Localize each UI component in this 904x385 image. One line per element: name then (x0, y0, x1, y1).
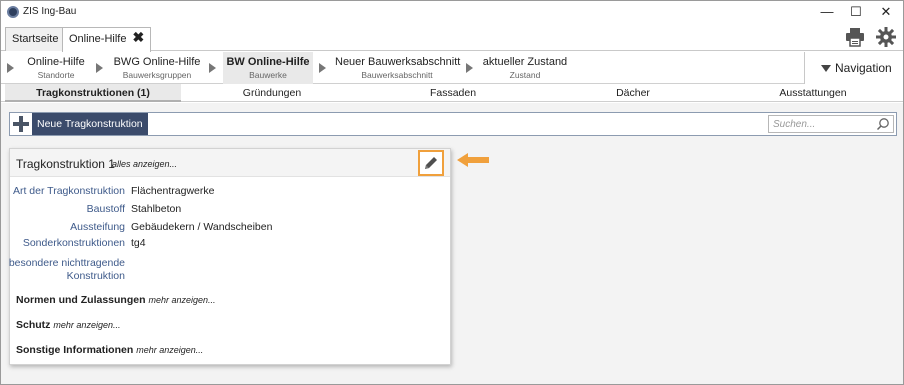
add-tragkonstruktion-button[interactable]: Neue Tragkonstruktion (10, 113, 148, 135)
tragkonstruktion-card: Tragkonstruktion 1 alles anzeigen... Art… (9, 148, 451, 365)
property-value: tg4 (131, 237, 146, 249)
card-title: Tragkonstruktion 1 (16, 157, 115, 171)
property-value: Gebäudekern / Wandscheiben (131, 221, 273, 233)
breadcrumb-sub: Zustand (509, 70, 541, 80)
tab-ausstattungen[interactable]: Ausstattungen (723, 84, 903, 102)
content-area: Neue Tragkonstruktion Tragkonstruktion 1… (1, 103, 903, 384)
close-button[interactable]: ✕ (872, 3, 900, 21)
edit-button[interactable] (418, 150, 444, 176)
tab-label: Startseite (12, 33, 59, 45)
breadcrumb: Online-Hilfe Standorte BWG Online-Hilfe … (1, 52, 903, 84)
breadcrumb-item-zustand[interactable]: aktueller Zustand Zustand (481, 52, 569, 84)
property-key: besondere nichttragende Konstruktion (8, 257, 125, 282)
plus-icon (10, 113, 32, 135)
action-toolbar: Neue Tragkonstruktion (9, 112, 897, 136)
breadcrumb-item-bauwerksabschnitt[interactable]: Neuer Bauwerksabschnitt Bauwerksabschnit… (335, 52, 461, 84)
card-header: Tragkonstruktion 1 alles anzeigen... (10, 149, 450, 177)
tab-gruendungen[interactable]: Gründungen (181, 84, 363, 102)
breadcrumb-item-bauwerke[interactable]: BW Online-Hilfe Bauwerke (223, 52, 313, 84)
section-tabs: Tragkonstruktionen (1) Gründungen Fassad… (1, 84, 903, 102)
tab-startseite[interactable]: Startseite (5, 27, 66, 51)
tab-tragkonstruktionen[interactable]: Tragkonstruktionen (1) (5, 84, 181, 102)
search-input[interactable] (773, 116, 877, 132)
breadcrumb-arrow-icon (209, 63, 216, 73)
breadcrumb-main: aktueller Zustand (482, 56, 568, 68)
breadcrumb-sub: Standorte (37, 70, 75, 80)
maximize-button[interactable]: ☐ (842, 3, 870, 21)
tab-fassaden[interactable]: Fassaden (363, 84, 543, 102)
property-key: Aussteifung (70, 221, 125, 233)
minimize-button[interactable]: — (813, 3, 841, 21)
tab-bar: Startseite Online-Hilfe ✖ (1, 23, 903, 52)
search-box (768, 115, 894, 133)
section-sonstige: Sonstige Informationen mehr anzeigen... (16, 344, 203, 356)
printer-icon[interactable] (844, 26, 866, 48)
show-all-link[interactable]: alles anzeigen... (112, 159, 177, 169)
breadcrumb-sub: Bauwerksgruppen (122, 70, 192, 80)
show-more-link[interactable]: mehr anzeigen... (53, 320, 120, 330)
breadcrumb-main: BWG Online-Hilfe (113, 56, 201, 68)
pencil-icon (425, 157, 437, 169)
breadcrumb-sub: Bauwerksabschnitt (361, 70, 433, 80)
breadcrumb-sub: Bauwerke (249, 70, 287, 80)
section-title: Sonstige Informationen (16, 344, 134, 356)
chevron-down-icon (821, 65, 831, 72)
breadcrumb-item-standorte[interactable]: Online-Hilfe Standorte (21, 52, 91, 84)
breadcrumb-main: Neuer Bauwerksabschnitt (335, 56, 461, 68)
show-more-link[interactable]: mehr anzeigen... (149, 295, 216, 305)
breadcrumb-arrow-icon (7, 63, 14, 73)
property-value: Stahlbeton (131, 203, 182, 215)
breadcrumb-arrow-icon (96, 63, 103, 73)
window-title: ZIS Ing-Bau (23, 6, 77, 17)
breadcrumb-item-bauwerksgruppen[interactable]: BWG Online-Hilfe Bauwerksgruppen (111, 52, 203, 84)
app-logo-icon (7, 6, 19, 18)
navigation-button[interactable]: Navigation (804, 52, 903, 84)
close-tab-icon[interactable]: ✖ (132, 28, 144, 46)
breadcrumb-arrow-icon (319, 63, 326, 73)
section-schutz: Schutz mehr anzeigen... (16, 319, 120, 331)
breadcrumb-arrow-icon (466, 63, 473, 73)
section-title: Normen und Zulassungen (16, 294, 146, 306)
app-window: ZIS Ing-Bau — ☐ ✕ Startseite Online-Hilf… (0, 0, 904, 385)
section-normen: Normen und Zulassungen mehr anzeigen... (16, 294, 216, 306)
breadcrumb-main: BW Online-Hilfe (226, 56, 310, 68)
property-key: Baustoff (86, 203, 125, 215)
show-more-link[interactable]: mehr anzeigen... (136, 345, 203, 355)
arrow-left-icon (457, 153, 489, 167)
tab-label: Online-Hilfe (69, 33, 127, 45)
add-button-label: Neue Tragkonstruktion (32, 113, 148, 135)
gear-icon[interactable] (875, 26, 897, 48)
search-icon[interactable] (876, 117, 890, 131)
navigation-label: Navigation (835, 61, 892, 75)
breadcrumb-main: Online-Hilfe (27, 56, 85, 68)
title-bar: ZIS Ing-Bau — ☐ ✕ (1, 1, 903, 23)
property-value: Flächentragwerke (131, 185, 215, 197)
tab-online-hilfe[interactable]: Online-Hilfe ✖ (62, 27, 152, 52)
section-title: Schutz (16, 319, 51, 331)
property-key: Sonderkonstruktionen (22, 237, 125, 249)
tab-daecher[interactable]: Dächer (543, 84, 723, 102)
property-key: Art der Tragkonstruktion (12, 185, 125, 197)
